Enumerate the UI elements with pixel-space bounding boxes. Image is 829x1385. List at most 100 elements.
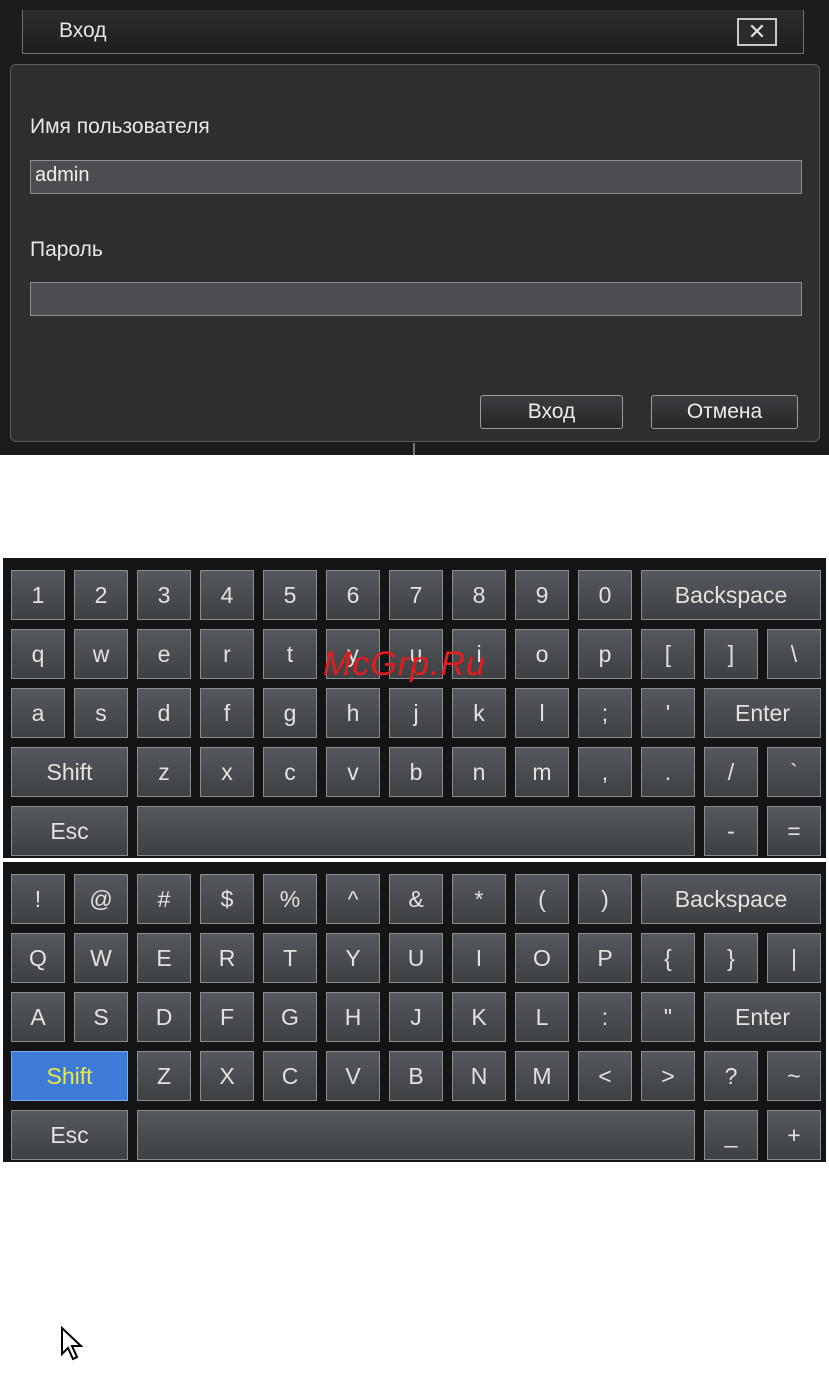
key-y[interactable]: y (326, 629, 380, 679)
key-w[interactable]: W (74, 933, 128, 983)
key-u24[interactable]: $ (200, 874, 254, 924)
key-k[interactable]: k (452, 688, 506, 738)
key-p[interactable]: P (578, 933, 632, 983)
key-n[interactable]: N (452, 1051, 506, 1101)
key-u5d[interactable]: ] (704, 629, 758, 679)
key-u7b[interactable]: { (641, 933, 695, 983)
key-j[interactable]: J (389, 992, 443, 1042)
key-v[interactable]: v (326, 747, 380, 797)
key-u3b[interactable]: ; (578, 688, 632, 738)
key-c[interactable]: C (263, 1051, 317, 1101)
key-u[interactable]: U (389, 933, 443, 983)
key-6[interactable]: 6 (326, 570, 380, 620)
key-j[interactable]: j (389, 688, 443, 738)
key-l[interactable]: l (515, 688, 569, 738)
key-x[interactable]: X (200, 1051, 254, 1101)
key-u2d[interactable]: - (704, 806, 758, 856)
key-u2b[interactable]: + (767, 1110, 821, 1160)
key-u26[interactable]: & (389, 874, 443, 924)
username-field[interactable]: admin (30, 160, 802, 194)
key-u5b[interactable]: [ (641, 629, 695, 679)
key-e[interactable]: e (137, 629, 191, 679)
key-t[interactable]: t (263, 629, 317, 679)
key-esc[interactable]: Esc (11, 1110, 128, 1160)
key-enter[interactable]: Enter (704, 992, 821, 1042)
key-z[interactable]: z (137, 747, 191, 797)
key-q[interactable]: q (11, 629, 65, 679)
key-u7c[interactable]: | (767, 933, 821, 983)
key-m[interactable]: M (515, 1051, 569, 1101)
close-icon[interactable]: ✕ (737, 18, 777, 46)
key-o[interactable]: O (515, 933, 569, 983)
key-u2e[interactable]: . (641, 747, 695, 797)
key-z[interactable]: Z (137, 1051, 191, 1101)
key-u23[interactable]: # (137, 874, 191, 924)
key-u7e[interactable]: ~ (767, 1051, 821, 1101)
key-5[interactable]: 5 (263, 570, 317, 620)
key-n[interactable]: n (452, 747, 506, 797)
key-u5e[interactable]: ^ (326, 874, 380, 924)
key-u28[interactable]: ( (515, 874, 569, 924)
key-i[interactable]: i (452, 629, 506, 679)
key-7[interactable]: 7 (389, 570, 443, 620)
key-u40[interactable]: @ (74, 874, 128, 924)
key-w[interactable]: w (74, 629, 128, 679)
key-f[interactable]: F (200, 992, 254, 1042)
key-o[interactable]: o (515, 629, 569, 679)
key-u29[interactable]: ) (578, 874, 632, 924)
key-m[interactable]: m (515, 747, 569, 797)
key-s[interactable]: s (74, 688, 128, 738)
key-c[interactable]: c (263, 747, 317, 797)
key-backspace[interactable]: Backspace (641, 874, 821, 924)
key-2[interactable]: 2 (74, 570, 128, 620)
key-u3c[interactable]: < (578, 1051, 632, 1101)
key-u3d[interactable]: = (767, 806, 821, 856)
key-a[interactable]: a (11, 688, 65, 738)
key-h[interactable]: H (326, 992, 380, 1042)
key-esc[interactable]: Esc (11, 806, 128, 856)
key-3[interactable]: 3 (137, 570, 191, 620)
key-u60[interactable]: ` (767, 747, 821, 797)
key-8[interactable]: 8 (452, 570, 506, 620)
key-r[interactable]: r (200, 629, 254, 679)
key-enter[interactable]: Enter (704, 688, 821, 738)
key-u22[interactable]: " (641, 992, 695, 1042)
key-u5c[interactable]: \ (767, 629, 821, 679)
key-4[interactable]: 4 (200, 570, 254, 620)
key-p[interactable]: p (578, 629, 632, 679)
key-u21[interactable]: ! (11, 874, 65, 924)
key-g[interactable]: g (263, 688, 317, 738)
key-g[interactable]: G (263, 992, 317, 1042)
key-backspace[interactable]: Backspace (641, 570, 821, 620)
key-9[interactable]: 9 (515, 570, 569, 620)
spacebar[interactable] (137, 806, 695, 856)
key-v[interactable]: V (326, 1051, 380, 1101)
cancel-button[interactable]: Отмена (651, 395, 798, 429)
spacebar[interactable] (137, 1110, 695, 1160)
key-0[interactable]: 0 (578, 570, 632, 620)
key-k[interactable]: K (452, 992, 506, 1042)
key-u3f[interactable]: ? (704, 1051, 758, 1101)
key-e[interactable]: E (137, 933, 191, 983)
key-u5f[interactable]: _ (704, 1110, 758, 1160)
key-x[interactable]: x (200, 747, 254, 797)
key-u25[interactable]: % (263, 874, 317, 924)
key-d[interactable]: d (137, 688, 191, 738)
key-u3e[interactable]: > (641, 1051, 695, 1101)
key-shift[interactable]: Shift (11, 1051, 128, 1101)
key-u3a[interactable]: : (578, 992, 632, 1042)
key-1[interactable]: 1 (11, 570, 65, 620)
key-d[interactable]: D (137, 992, 191, 1042)
key-u2f[interactable]: / (704, 747, 758, 797)
key-f[interactable]: f (200, 688, 254, 738)
login-button[interactable]: Вход (480, 395, 623, 429)
key-t[interactable]: T (263, 933, 317, 983)
key-u[interactable]: u (389, 629, 443, 679)
key-r[interactable]: R (200, 933, 254, 983)
key-h[interactable]: h (326, 688, 380, 738)
key-q[interactable]: Q (11, 933, 65, 983)
key-a[interactable]: A (11, 992, 65, 1042)
key-shift[interactable]: Shift (11, 747, 128, 797)
key-s[interactable]: S (74, 992, 128, 1042)
password-field[interactable] (30, 282, 802, 316)
